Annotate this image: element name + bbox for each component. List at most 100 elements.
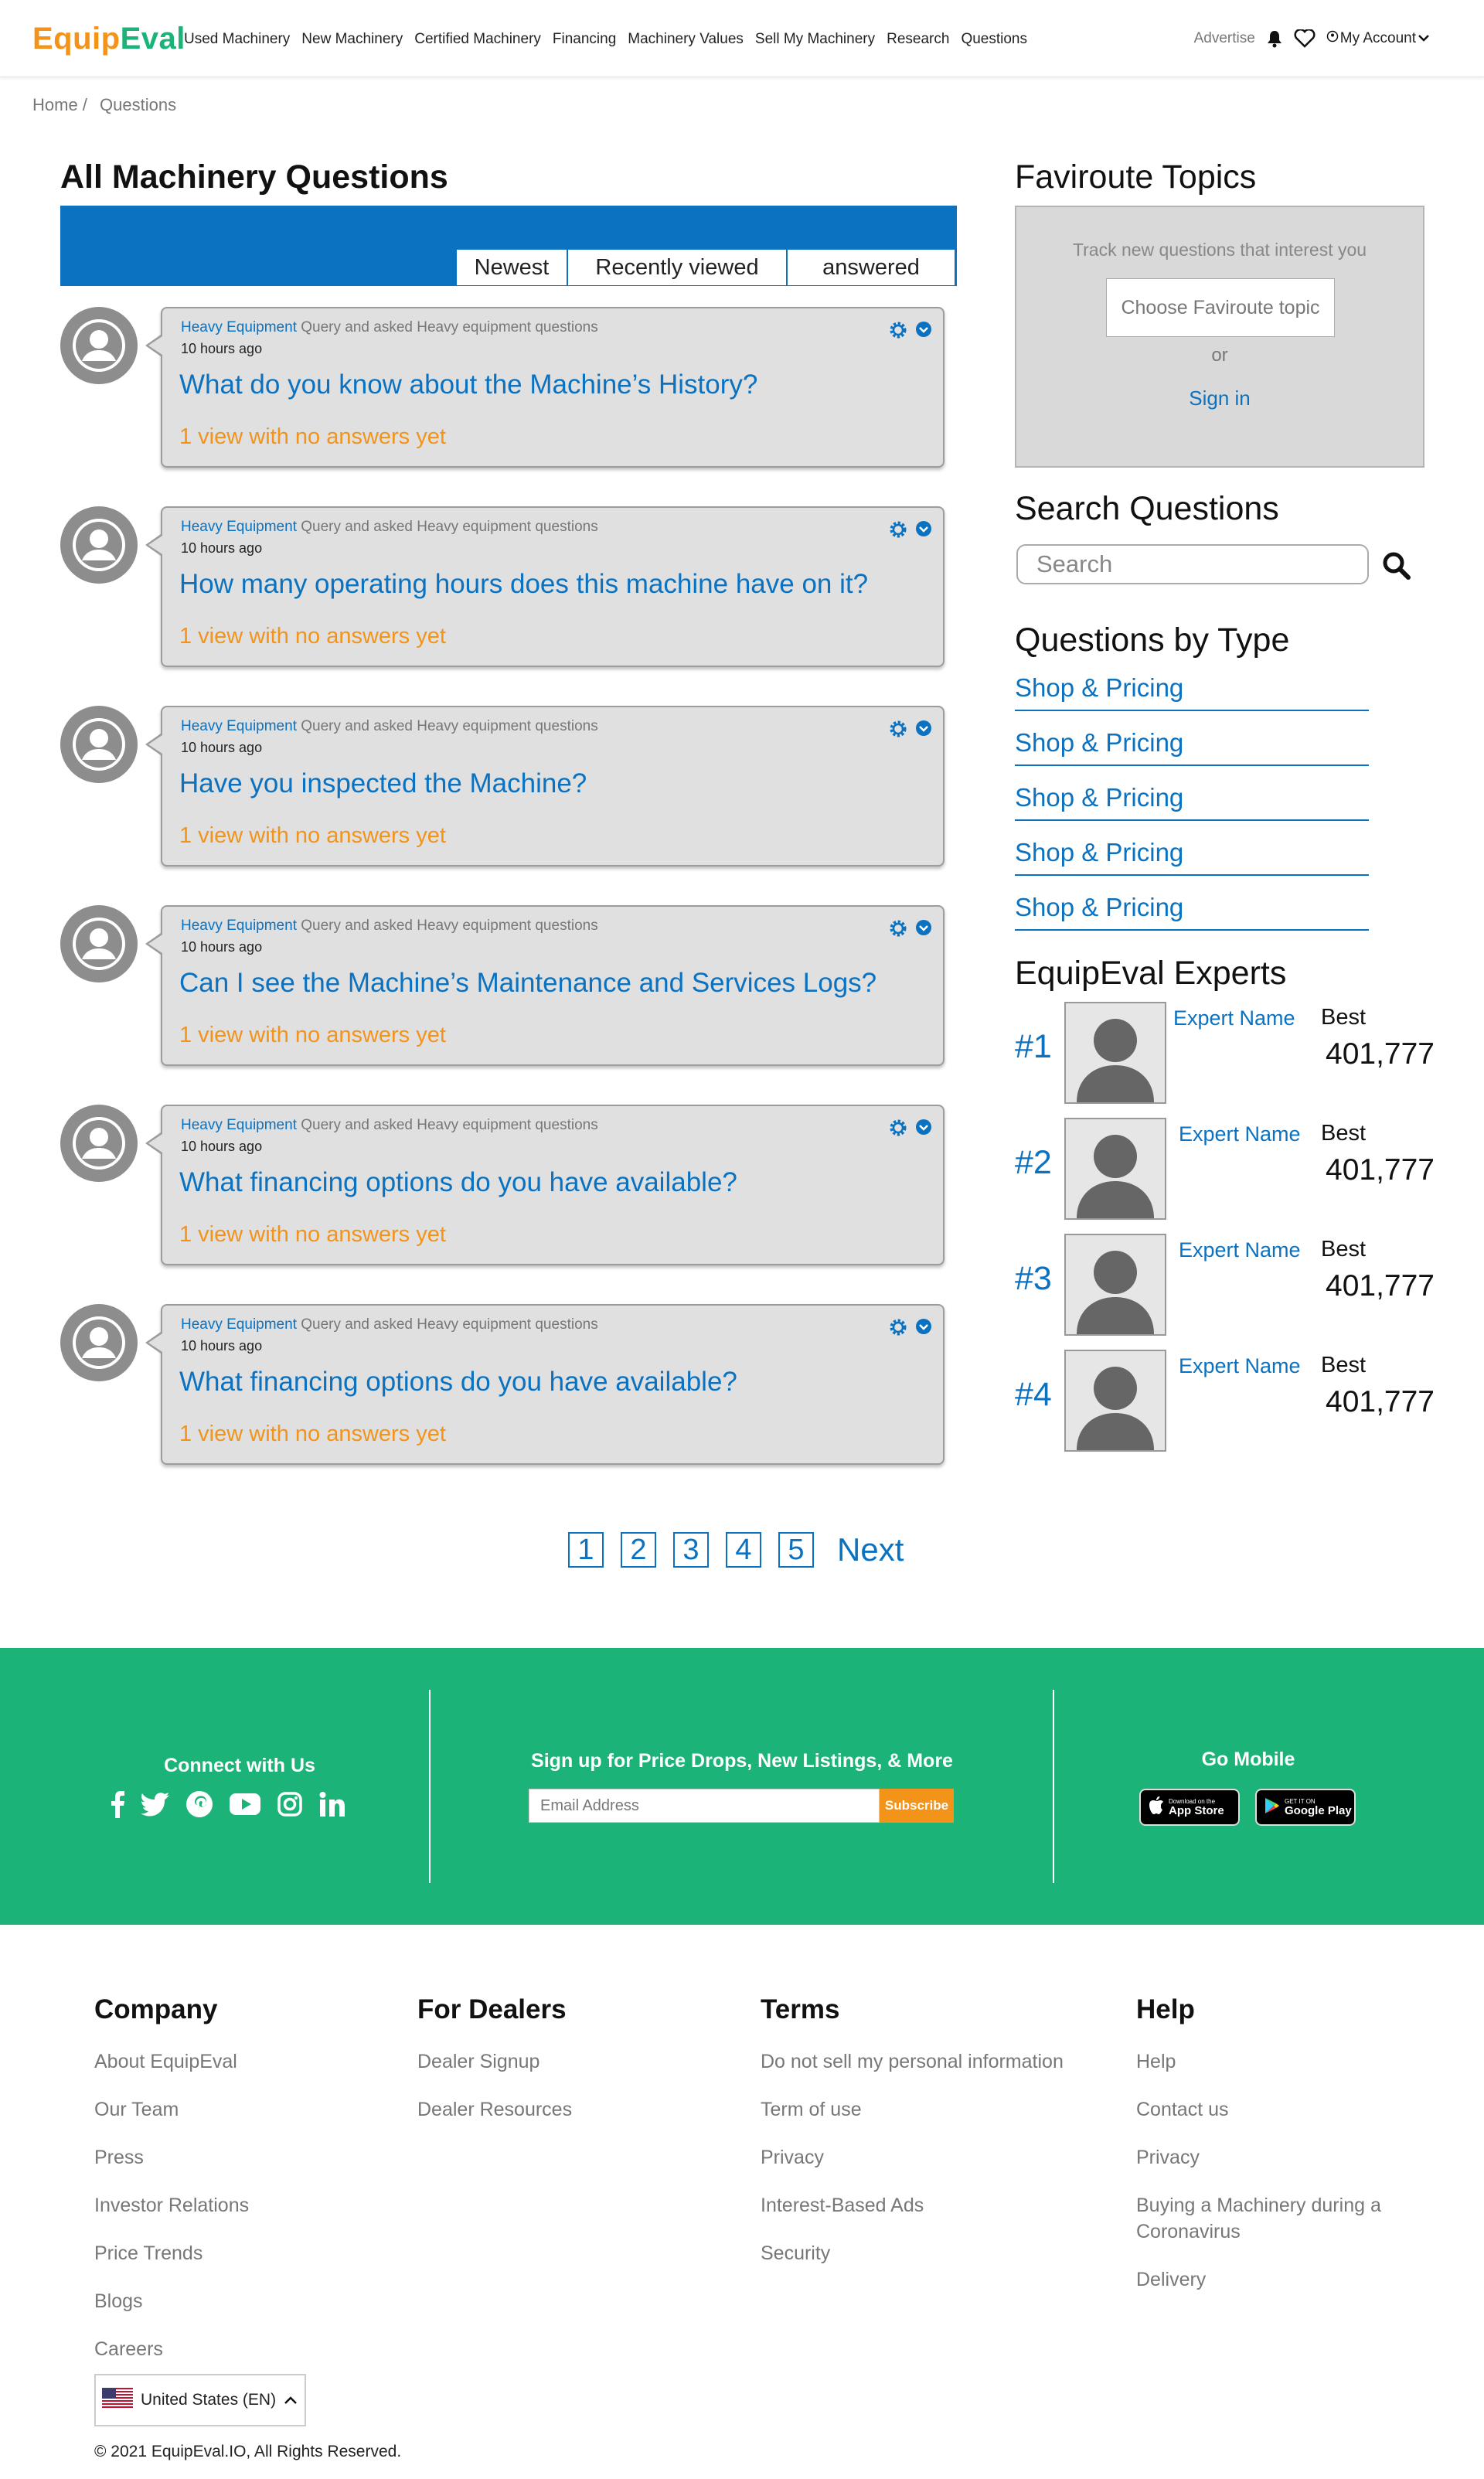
expert-avatar[interactable]: [1064, 1234, 1166, 1336]
chevron-down-icon[interactable]: [915, 919, 932, 942]
footer-link[interactable]: About EquipEval: [94, 2048, 249, 2075]
chevron-down-icon[interactable]: [915, 1318, 932, 1340]
avatar[interactable]: [60, 307, 138, 384]
type-link[interactable]: Shop & Pricing: [1015, 671, 1369, 711]
category-link[interactable]: Heavy Equipment: [181, 319, 297, 335]
footer-link[interactable]: Dealer Resources: [417, 2096, 572, 2123]
nav-questions[interactable]: Questions: [961, 31, 1027, 48]
footer-link[interactable]: Careers: [94, 2336, 249, 2362]
gear-icon[interactable]: [889, 321, 907, 343]
logo[interactable]: EquipEval: [32, 22, 186, 56]
nav-used-machinery[interactable]: Used Machinery: [184, 31, 290, 48]
chevron-down-icon[interactable]: [915, 321, 932, 343]
avatar[interactable]: [60, 506, 138, 584]
advertise-link[interactable]: Advertise: [1194, 30, 1255, 47]
page-4-button[interactable]: 4: [726, 1532, 761, 1568]
footer-link[interactable]: Dealer Signup: [417, 2048, 572, 2075]
footer-link[interactable]: Delivery: [1136, 2266, 1430, 2293]
avatar[interactable]: [60, 1304, 138, 1381]
type-link[interactable]: Shop & Pricing: [1015, 836, 1369, 876]
footer-link[interactable]: Interest-Based Ads: [761, 2192, 1064, 2219]
google-play-badge[interactable]: GET IT ON Google Play: [1255, 1789, 1356, 1826]
type-link[interactable]: Shop & Pricing: [1015, 890, 1369, 931]
avatar[interactable]: [60, 706, 138, 783]
footer-link[interactable]: Security: [761, 2240, 1064, 2266]
footer-link[interactable]: Buying a Machinery during a Coronavirus: [1136, 2192, 1430, 2245]
search-input[interactable]: Search: [1016, 544, 1369, 584]
question-card[interactable]: Heavy Equipment Query and asked Heavy eq…: [145, 307, 945, 468]
footer-link[interactable]: Term of use: [761, 2096, 1064, 2123]
search-icon[interactable]: [1381, 550, 1412, 585]
expert-name[interactable]: Expert Name: [1173, 1006, 1295, 1030]
nav-research[interactable]: Research: [887, 31, 949, 48]
avatar[interactable]: [60, 1105, 138, 1182]
question-title[interactable]: Can I see the Machine’s Maintenance and …: [179, 969, 921, 996]
category-link[interactable]: Heavy Equipment: [181, 519, 297, 535]
category-link[interactable]: Heavy Equipment: [181, 918, 297, 934]
pinterest-icon[interactable]: [186, 1790, 213, 1822]
footer-link[interactable]: Privacy: [761, 2144, 1064, 2171]
footer-link[interactable]: Our Team: [94, 2096, 249, 2123]
footer-link[interactable]: Contact us: [1136, 2096, 1430, 2123]
nav-financing[interactable]: Financing: [553, 31, 616, 48]
footer-link[interactable]: Price Trends: [94, 2240, 249, 2266]
twitter-icon[interactable]: [141, 1792, 170, 1820]
footer-link[interactable]: Privacy: [1136, 2144, 1430, 2171]
gear-icon[interactable]: [889, 1119, 907, 1141]
expert-avatar[interactable]: [1064, 1350, 1166, 1452]
page-5-button[interactable]: 5: [778, 1532, 814, 1568]
category-link[interactable]: Heavy Equipment: [181, 1117, 297, 1133]
tab-recently-viewed[interactable]: Recently viewed: [567, 249, 787, 286]
page-1-button[interactable]: 1: [568, 1532, 604, 1568]
nav-sell-my-machinery[interactable]: Sell My Machinery: [755, 31, 875, 48]
question-card[interactable]: Heavy Equipment Query and asked Heavy eq…: [145, 1105, 945, 1265]
email-field[interactable]: Email Address: [529, 1789, 880, 1823]
question-card[interactable]: Heavy Equipment Query and asked Heavy eq…: [145, 706, 945, 867]
nav-certified-machinery[interactable]: Certified Machinery: [414, 31, 541, 48]
linkedin-icon[interactable]: [318, 1791, 346, 1821]
expert-name[interactable]: Expert Name: [1179, 1354, 1301, 1378]
account-menu[interactable]: My Account: [1326, 30, 1430, 47]
bell-icon[interactable]: [1266, 29, 1283, 48]
page-2-button[interactable]: 2: [621, 1532, 656, 1568]
question-title[interactable]: How many operating hours does this machi…: [179, 570, 921, 598]
nav-machinery-values[interactable]: Machinery Values: [628, 31, 744, 48]
gear-icon[interactable]: [889, 520, 907, 543]
question-title[interactable]: What do you know about the Machine’s His…: [179, 371, 921, 398]
choose-topic-button[interactable]: Choose Faviroute topic: [1106, 278, 1335, 337]
sign-in-link[interactable]: Sign in: [1016, 386, 1423, 410]
heart-icon[interactable]: [1294, 29, 1316, 48]
category-link[interactable]: Heavy Equipment: [181, 1316, 297, 1333]
question-title[interactable]: Have you inspected the Machine?: [179, 770, 921, 797]
chevron-down-icon[interactable]: [915, 1119, 932, 1141]
gear-icon[interactable]: [889, 720, 907, 742]
type-link[interactable]: Shop & Pricing: [1015, 781, 1369, 821]
expert-name[interactable]: Expert Name: [1179, 1122, 1301, 1146]
chevron-down-icon[interactable]: [915, 520, 932, 543]
question-title[interactable]: What financing options do you have avail…: [179, 1169, 921, 1196]
tab-newest[interactable]: Newest: [456, 249, 567, 286]
page-3-button[interactable]: 3: [673, 1532, 709, 1568]
app-store-badge[interactable]: Download on the App Store: [1139, 1789, 1240, 1826]
language-selector[interactable]: United States (EN): [94, 2374, 306, 2426]
gear-icon[interactable]: [889, 919, 907, 942]
question-card[interactable]: Heavy Equipment Query and asked Heavy eq…: [145, 1304, 945, 1465]
question-title[interactable]: What financing options do you have avail…: [179, 1368, 921, 1395]
facebook-icon[interactable]: [110, 1790, 125, 1822]
nav-new-machinery[interactable]: New Machinery: [301, 31, 403, 48]
expert-avatar[interactable]: [1064, 1002, 1166, 1104]
tab-answered[interactable]: answered: [787, 249, 955, 286]
question-card[interactable]: Heavy Equipment Query and asked Heavy eq…: [145, 905, 945, 1066]
instagram-icon[interactable]: [277, 1791, 303, 1821]
footer-link[interactable]: Help: [1136, 2048, 1430, 2075]
expert-name[interactable]: Expert Name: [1179, 1238, 1301, 1262]
youtube-icon[interactable]: [229, 1793, 261, 1820]
footer-link[interactable]: Press: [94, 2144, 249, 2171]
avatar[interactable]: [60, 905, 138, 982]
category-link[interactable]: Heavy Equipment: [181, 718, 297, 734]
breadcrumb-home[interactable]: Home /: [32, 95, 87, 114]
footer-link[interactable]: Investor Relations: [94, 2192, 249, 2219]
chevron-down-icon[interactable]: [915, 720, 932, 742]
footer-link[interactable]: Do not sell my personal information: [761, 2048, 1064, 2075]
question-card[interactable]: Heavy Equipment Query and asked Heavy eq…: [145, 506, 945, 667]
